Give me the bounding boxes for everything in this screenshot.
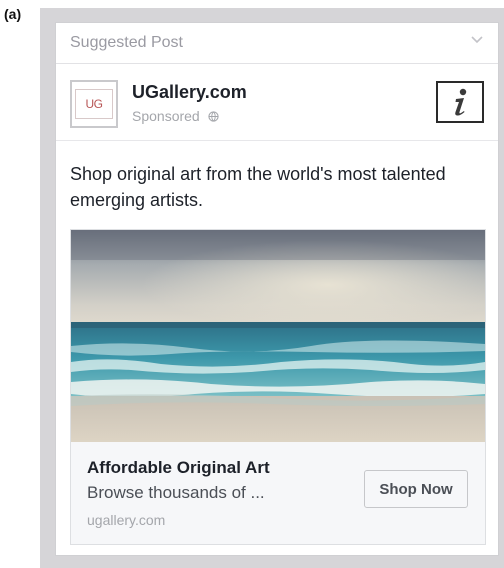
seascape-painting-image[interactable]: [71, 230, 485, 442]
suggested-post-label: Suggested Post: [70, 34, 183, 51]
suggested-post-bar: Suggested Post: [56, 23, 498, 64]
sponsored-label: Sponsored: [132, 108, 200, 124]
advertiser-name[interactable]: UGallery.com: [132, 82, 247, 103]
sponsored-line: Sponsored: [132, 108, 219, 124]
ad-description: Browse thousands of ...: [87, 483, 265, 502]
info-icon: [455, 88, 467, 116]
post-text: Shop original art from the world's most …: [70, 164, 446, 210]
ad-domain: ugallery.com: [87, 512, 166, 528]
advertiser-logo: UG: [75, 89, 113, 119]
advertiser-avatar[interactable]: UG: [70, 80, 118, 128]
ad-info-button[interactable]: [436, 81, 484, 123]
ad-headline[interactable]: Affordable Original Art: [87, 458, 270, 478]
globe-icon: [207, 111, 219, 122]
header-divider: [56, 140, 498, 141]
post-header: UG UGallery.com Sponsored: [56, 64, 498, 140]
link-attachment[interactable]: Affordable Original Art Browse thousands…: [70, 229, 486, 545]
ad-footer: Affordable Original Art Browse thousands…: [71, 442, 485, 544]
chevron-down-icon[interactable]: [470, 33, 484, 47]
figure-label: (a): [4, 6, 22, 22]
sponsored-post-card: Suggested Post UG UGallery.com Sponsored…: [55, 22, 499, 556]
shop-now-button[interactable]: Shop Now: [364, 470, 468, 508]
